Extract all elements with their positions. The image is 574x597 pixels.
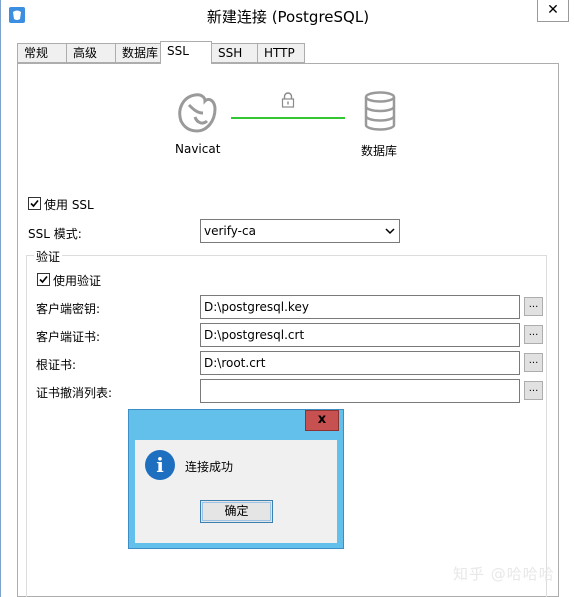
chevron-down-icon [385,228,395,235]
tab-ssl[interactable]: SSL [160,41,212,64]
window-close-button[interactable]: ✕ [537,0,569,22]
tab-ssh[interactable]: SSH [211,43,258,63]
use-ssl-checkbox[interactable] [28,197,41,210]
tab-advanced[interactable]: 高级 [66,43,116,63]
client-cert-label: 客户端证书: [36,330,101,344]
crl-input[interactable] [200,379,520,403]
root-cert-browse-button[interactable]: ... [524,353,543,372]
checkmark-icon [39,275,48,284]
use-ssl-label: 使用 SSL [44,198,94,212]
lock-icon [281,92,295,108]
ssl-mode-label: SSL 模式: [28,227,82,241]
use-auth-label: 使用验证 [53,274,102,288]
title-bar: 新建连接 (PostgreSQL) ✕ [1,0,574,32]
ok-button-focus-ring [202,502,271,521]
root-cert-input[interactable]: D:\root.crt [200,351,520,375]
ok-button[interactable]: 确定 [200,500,273,523]
auth-group-title: 验证 [34,248,63,265]
connection-success-dialog: x i 连接成功 确定 [128,409,344,549]
crl-browse-button[interactable]: ... [524,381,543,400]
dialog-close-button[interactable]: x [305,410,339,431]
crl-label: 证书撤消列表: [36,386,113,400]
database-label: 数据库 [361,144,398,158]
root-cert-label: 根证书: [36,358,77,372]
ssl-mode-value: verify-ca [204,224,256,238]
navicat-label: Navicat [175,142,221,156]
client-key-browse-button[interactable]: ... [524,297,543,316]
ssl-mode-select[interactable]: verify-ca [200,219,400,243]
tab-general[interactable]: 常规 [17,43,67,63]
watermark: 知乎 @哈哈哈 [453,565,555,583]
tab-http[interactable]: HTTP [257,43,305,63]
database-icon [364,91,396,131]
client-cert-browse-button[interactable]: ... [524,325,543,344]
navicat-logo-icon [178,93,217,133]
client-cert-input[interactable]: D:\postgresql.crt [200,323,520,347]
connection-link-line [231,117,345,119]
info-icon: i [145,450,175,480]
connection-window: 新建连接 (PostgreSQL) ✕ 常规 高级 数据库 SSL SSH HT… [0,0,574,597]
dialog-message: 连接成功 [185,460,234,474]
window-title: 新建连接 (PostgreSQL) [206,8,370,26]
client-key-input[interactable]: D:\postgresql.key [200,295,520,319]
client-key-label: 客户端密钥: [36,302,101,316]
tab-database[interactable]: 数据库 [115,43,161,63]
dialog-body: i 连接成功 确定 [135,440,337,543]
use-auth-checkbox[interactable] [37,273,50,286]
checkmark-icon [30,199,39,208]
